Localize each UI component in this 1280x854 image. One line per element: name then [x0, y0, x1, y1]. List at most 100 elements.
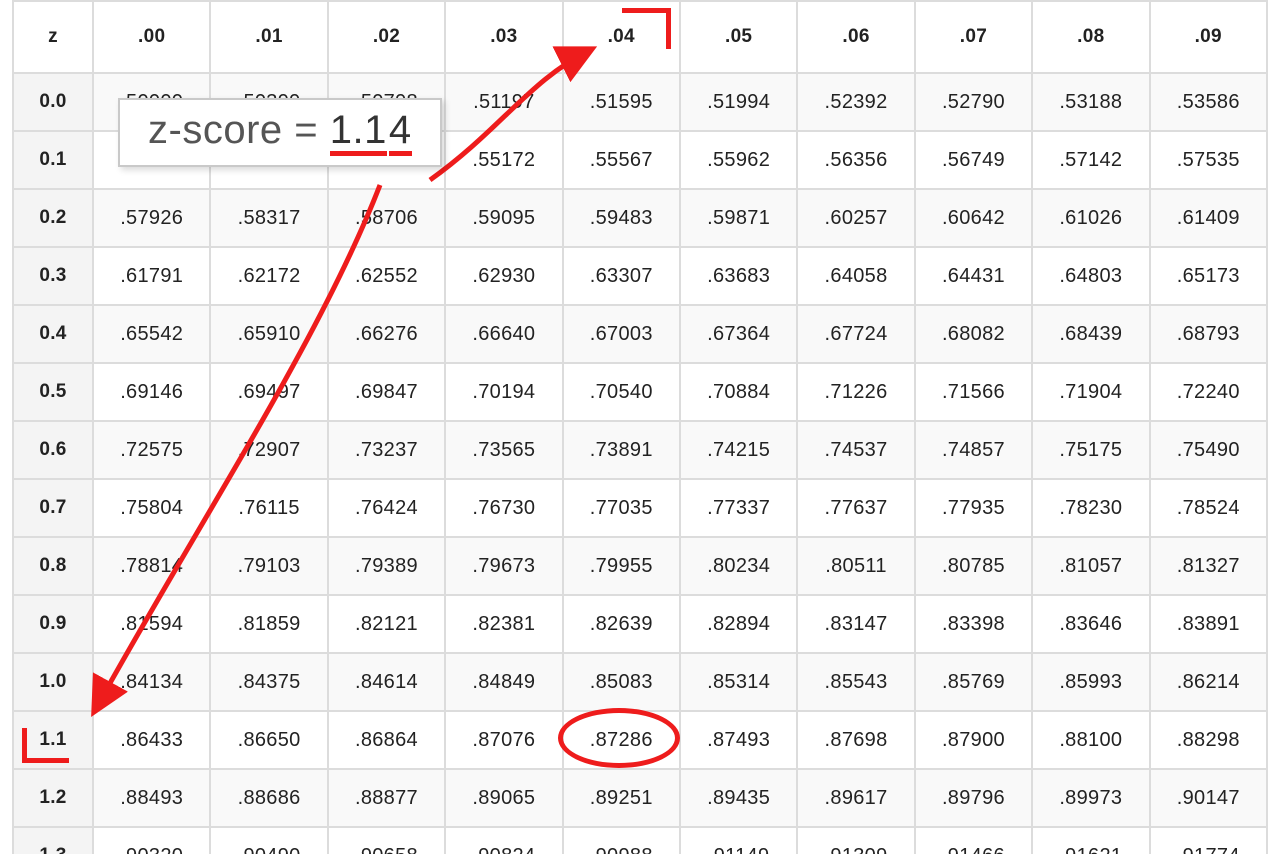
- table-cell: .88877: [328, 769, 445, 827]
- table-cell: .57142: [1032, 131, 1149, 189]
- table-cell: .83646: [1032, 595, 1149, 653]
- col-header: .07: [915, 1, 1032, 73]
- table-row: 1.1.86433.86650.86864.87076.87286.87493.…: [13, 711, 1267, 769]
- table-cell: .87076: [445, 711, 562, 769]
- table-cell: .87286: [563, 711, 680, 769]
- table-cell: .86433: [93, 711, 210, 769]
- table-cell: .65910: [210, 305, 327, 363]
- col-header: .00: [93, 1, 210, 73]
- table-cell: .91466: [915, 827, 1032, 854]
- table-cell: .74857: [915, 421, 1032, 479]
- table-cell: .66276: [328, 305, 445, 363]
- table-cell: .90490: [210, 827, 327, 854]
- table-cell: .80785: [915, 537, 1032, 595]
- table-cell: .85314: [680, 653, 797, 711]
- table-header-row: z .00.01.02.03.04.05.06.07.08.09: [13, 1, 1267, 73]
- table-row: 0.9.81594.81859.82121.82381.82639.82894.…: [13, 595, 1267, 653]
- table-cell: .74215: [680, 421, 797, 479]
- table-cell: .77637: [797, 479, 914, 537]
- col-header: .01: [210, 1, 327, 73]
- table-cell: .61791: [93, 247, 210, 305]
- table-cell: .61026: [1032, 189, 1149, 247]
- row-header: 0.9: [13, 595, 93, 653]
- table-cell: .90824: [445, 827, 562, 854]
- table-cell: .68082: [915, 305, 1032, 363]
- table-cell: .76730: [445, 479, 562, 537]
- table-cell: .76424: [328, 479, 445, 537]
- row-header: 0.1: [13, 131, 93, 189]
- table-cell: .62930: [445, 247, 562, 305]
- table-cell: .78524: [1150, 479, 1267, 537]
- table-cell: .83147: [797, 595, 914, 653]
- col-header: .09: [1150, 1, 1267, 73]
- table-cell: .55172: [445, 131, 562, 189]
- table-cell: .84614: [328, 653, 445, 711]
- table-cell: .82894: [680, 595, 797, 653]
- row-header: 1.0: [13, 653, 93, 711]
- table-row: 1.2.88493.88686.88877.89065.89251.89435.…: [13, 769, 1267, 827]
- table-cell: .53586: [1150, 73, 1267, 131]
- table-cell: .90320: [93, 827, 210, 854]
- table-cell: .88298: [1150, 711, 1267, 769]
- row-header: 0.4: [13, 305, 93, 363]
- table-cell: .73891: [563, 421, 680, 479]
- zscore-value-row: 1.1: [330, 108, 387, 152]
- table-cell: .72575: [93, 421, 210, 479]
- table-cell: .69497: [210, 363, 327, 421]
- table-cell: .84375: [210, 653, 327, 711]
- table-cell: .87900: [915, 711, 1032, 769]
- table-cell: .81057: [1032, 537, 1149, 595]
- row-header: 1.3: [13, 827, 93, 854]
- table-cell: .78814: [93, 537, 210, 595]
- table-row: 0.7.75804.76115.76424.76730.77035.77337.…: [13, 479, 1267, 537]
- table-cell: .63683: [680, 247, 797, 305]
- table-cell: .84134: [93, 653, 210, 711]
- table-cell: .78230: [1032, 479, 1149, 537]
- row-header: 0.7: [13, 479, 93, 537]
- table-row: 0.6.72575.72907.73237.73565.73891.74215.…: [13, 421, 1267, 479]
- table-cell: .55567: [563, 131, 680, 189]
- table-cell: .89796: [915, 769, 1032, 827]
- table-cell: .65542: [93, 305, 210, 363]
- col-header: .08: [1032, 1, 1149, 73]
- col-header: .02: [328, 1, 445, 73]
- table-cell: .90147: [1150, 769, 1267, 827]
- table-cell: .79955: [563, 537, 680, 595]
- zscore-annotation: z-score = 1.14: [118, 98, 442, 167]
- table-cell: .67364: [680, 305, 797, 363]
- corner-header: z: [13, 1, 93, 73]
- table-cell: .90658: [328, 827, 445, 854]
- col-header: .03: [445, 1, 562, 73]
- row-header: 0.6: [13, 421, 93, 479]
- table-cell: .51994: [680, 73, 797, 131]
- table-cell: .85993: [1032, 653, 1149, 711]
- table-cell: .83891: [1150, 595, 1267, 653]
- row-header: 0.0: [13, 73, 93, 131]
- row-header: 0.5: [13, 363, 93, 421]
- table-cell: .75490: [1150, 421, 1267, 479]
- table-row: 0.8.78814.79103.79389.79673.79955.80234.…: [13, 537, 1267, 595]
- table-cell: .61409: [1150, 189, 1267, 247]
- table-cell: .75804: [93, 479, 210, 537]
- table-cell: .85543: [797, 653, 914, 711]
- table-cell: .51197: [445, 73, 562, 131]
- table-cell: .71226: [797, 363, 914, 421]
- zscore-label: z-score =: [148, 108, 330, 152]
- row-header: 0.2: [13, 189, 93, 247]
- table-cell: .80511: [797, 537, 914, 595]
- table-cell: .52392: [797, 73, 914, 131]
- table-cell: .85769: [915, 653, 1032, 711]
- table-cell: .85083: [563, 653, 680, 711]
- table-cell: .88686: [210, 769, 327, 827]
- table-cell: .67724: [797, 305, 914, 363]
- table-cell: .89973: [1032, 769, 1149, 827]
- table-cell: .91774: [1150, 827, 1267, 854]
- table-cell: .75175: [1032, 421, 1149, 479]
- table-cell: .63307: [563, 247, 680, 305]
- table-cell: .81594: [93, 595, 210, 653]
- table-cell: .51595: [563, 73, 680, 131]
- table-cell: .65173: [1150, 247, 1267, 305]
- table-cell: .66640: [445, 305, 562, 363]
- col-header: .05: [680, 1, 797, 73]
- table-cell: .55962: [680, 131, 797, 189]
